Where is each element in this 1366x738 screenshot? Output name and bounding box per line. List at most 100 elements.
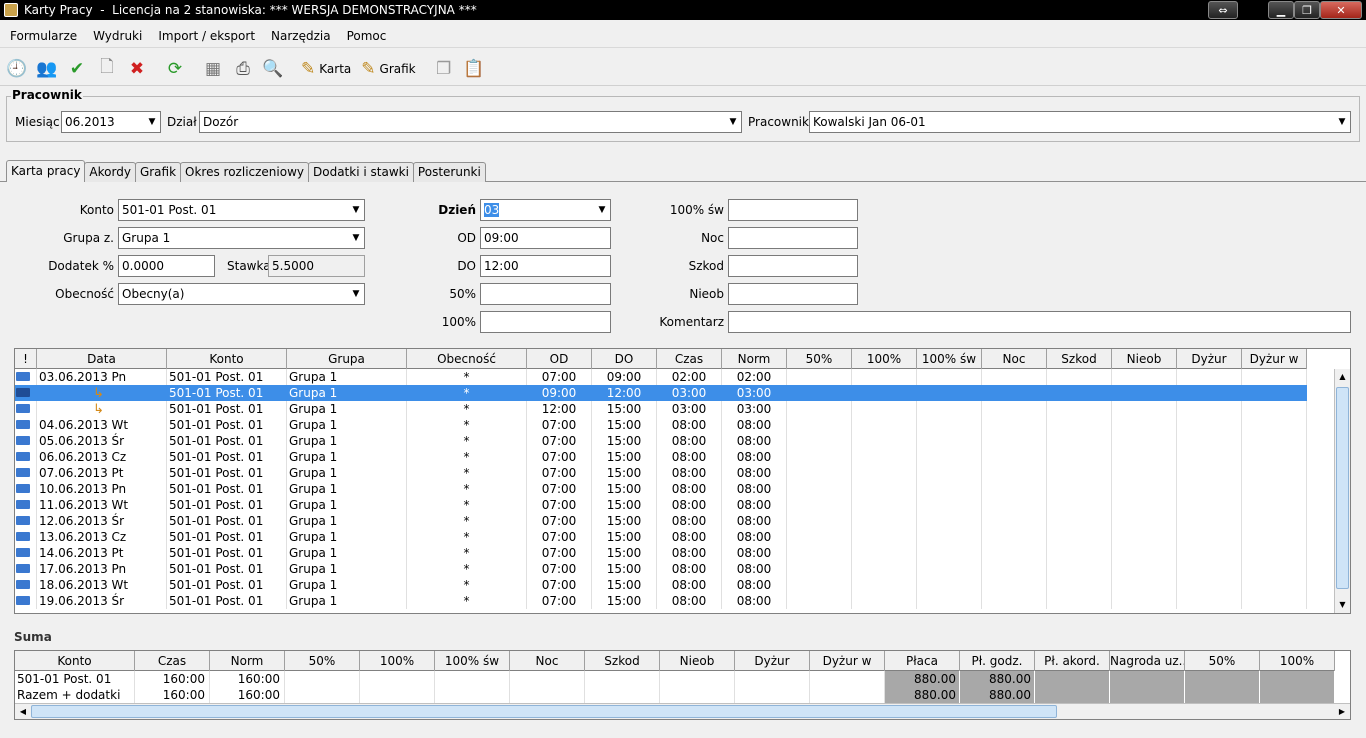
- column-header[interactable]: Obecność: [407, 349, 527, 369]
- menu-narzedzia[interactable]: Narzędzia: [263, 24, 339, 48]
- table-row[interactable]: ↳ 501-01 Post. 01 Grupa 1 * 09:00 12:00 03:00 0…: [15, 385, 1307, 401]
- checkmark-icon[interactable]: ✔: [64, 56, 90, 82]
- grafik-button[interactable]: ✎ Grafik: [358, 56, 418, 82]
- tab-karta-pracy[interactable]: Karta pracy: [6, 160, 86, 182]
- tab-posterunki[interactable]: Posterunki: [412, 162, 486, 182]
- dzial-combo[interactable]: Dozór ▼: [199, 111, 742, 133]
- nieob-input[interactable]: [728, 283, 858, 305]
- column-header[interactable]: Dyżur w: [1242, 349, 1307, 369]
- summary-row[interactable]: 501-01 Post. 01 160:00 160:00 880.00 880.00: [15, 671, 1335, 687]
- tab-okres-rozliczeniowy[interactable]: Okres rozliczeniowy: [180, 162, 309, 182]
- table-row[interactable]: 19.06.2013 Śr 501-01 Post. 01 Grupa 1 * 07:0…: [15, 593, 1307, 609]
- p100sw-input[interactable]: [728, 199, 858, 221]
- karta-button[interactable]: ✎ Karta: [298, 56, 354, 82]
- calculator-icon[interactable]: ▦: [200, 56, 226, 82]
- column-header[interactable]: OD: [527, 349, 592, 369]
- column-header[interactable]: Noc: [982, 349, 1047, 369]
- od-input[interactable]: 09:00: [480, 227, 611, 249]
- chevron-down-icon[interactable]: ▼: [725, 112, 741, 132]
- table-row[interactable]: 17.06.2013 Pn 501-01 Post. 01 Grupa 1 * 07:0…: [15, 561, 1307, 577]
- table-row[interactable]: 13.06.2013 Cz 501-01 Post. 01 Grupa 1 * 07:0…: [15, 529, 1307, 545]
- expand-button[interactable]: ⇔: [1208, 1, 1238, 19]
- column-header[interactable]: 50%: [787, 349, 852, 369]
- column-header[interactable]: Norm: [722, 349, 787, 369]
- tab-dodatki-i-stawki[interactable]: Dodatki i stawki: [308, 162, 414, 182]
- chevron-down-icon[interactable]: ▼: [144, 112, 160, 132]
- summary-column-header[interactable]: 50%: [1185, 651, 1260, 671]
- obecnosc-combo[interactable]: Obecny(a) ▼: [118, 283, 365, 305]
- menu-wydruki[interactable]: Wydruki: [85, 24, 150, 48]
- maximize-button[interactable]: ❐: [1294, 1, 1320, 19]
- column-header[interactable]: Grupa: [287, 349, 407, 369]
- pracownik-combo[interactable]: Kowalski Jan 06-01 ▼: [809, 111, 1351, 133]
- close-button[interactable]: ✕: [1320, 1, 1362, 19]
- users-icon[interactable]: 👥: [34, 56, 60, 82]
- summary-column-header[interactable]: Czas: [135, 651, 210, 671]
- chevron-down-icon[interactable]: ▼: [348, 200, 364, 220]
- grupa-combo[interactable]: Grupa 1 ▼: [118, 227, 365, 249]
- chevron-down-icon[interactable]: ▼: [348, 228, 364, 248]
- chevron-down-icon[interactable]: ▼: [1334, 112, 1350, 132]
- horizontal-scrollbar[interactable]: ◀ ▶: [15, 703, 1350, 719]
- table-row[interactable]: 03.06.2013 Pn 501-01 Post. 01 Grupa 1 * 07:0…: [15, 369, 1307, 385]
- column-header[interactable]: Nieob: [1112, 349, 1177, 369]
- column-header[interactable]: Dyżur: [1177, 349, 1242, 369]
- table-row[interactable]: 05.06.2013 Śr 501-01 Post. 01 Grupa 1 * 07:0…: [15, 433, 1307, 449]
- dzien-combo[interactable]: 03 ▼: [480, 199, 611, 221]
- minimize-button[interactable]: ▁: [1268, 1, 1294, 19]
- menu-formularze[interactable]: Formularze: [0, 24, 85, 48]
- search-icon[interactable]: 🔍: [260, 56, 286, 82]
- column-header[interactable]: Szkod: [1047, 349, 1112, 369]
- table-row[interactable]: 12.06.2013 Śr 501-01 Post. 01 Grupa 1 * 07:0…: [15, 513, 1307, 529]
- chevron-down-icon[interactable]: ▼: [348, 284, 364, 304]
- summary-row[interactable]: Razem + dodatki 160:00 160:00 880.00 880.00: [15, 687, 1335, 703]
- chevron-down-icon[interactable]: ▼: [594, 200, 610, 220]
- column-header[interactable]: !: [15, 349, 37, 369]
- new-document-icon[interactable]: 🗋: [94, 56, 120, 82]
- summary-column-header[interactable]: 100%: [1260, 651, 1335, 671]
- table-row[interactable]: ↳ 501-01 Post. 01 Grupa 1 * 12:00 15:00 03:00 0…: [15, 401, 1307, 417]
- summary-column-header[interactable]: 100% św: [435, 651, 510, 671]
- clock-icon[interactable]: 🕘: [4, 56, 30, 82]
- table-row[interactable]: 18.06.2013 Wt 501-01 Post. 01 Grupa 1 * 07:0…: [15, 577, 1307, 593]
- scroll-thumb[interactable]: [31, 705, 1057, 718]
- p100-input[interactable]: [480, 311, 611, 333]
- scroll-down-icon[interactable]: ▼: [1335, 597, 1350, 613]
- paste-icon[interactable]: 📋: [461, 56, 487, 82]
- dodatek-input[interactable]: 0.0000: [118, 255, 215, 277]
- tab-grafik[interactable]: Grafik: [134, 162, 182, 182]
- szkod-input[interactable]: [728, 255, 858, 277]
- table-row[interactable]: 06.06.2013 Cz 501-01 Post. 01 Grupa 1 * 07:0…: [15, 449, 1307, 465]
- summary-column-header[interactable]: Nagroda uz...: [1110, 651, 1185, 671]
- menu-pomoc[interactable]: Pomoc: [339, 24, 395, 48]
- table-row[interactable]: 07.06.2013 Pt 501-01 Post. 01 Grupa 1 * 07:0…: [15, 465, 1307, 481]
- scroll-right-icon[interactable]: ▶: [1334, 704, 1350, 719]
- p50-input[interactable]: [480, 283, 611, 305]
- summary-column-header[interactable]: Dyżur: [735, 651, 810, 671]
- printer-icon[interactable]: ⎙: [230, 56, 256, 82]
- column-header[interactable]: Konto: [167, 349, 287, 369]
- summary-column-header[interactable]: Konto: [15, 651, 135, 671]
- tab-akordy[interactable]: Akordy: [84, 162, 136, 182]
- summary-column-header[interactable]: Norm: [210, 651, 285, 671]
- summary-column-header[interactable]: Nieob: [660, 651, 735, 671]
- table-row[interactable]: 11.06.2013 Wt 501-01 Post. 01 Grupa 1 * 07:0…: [15, 497, 1307, 513]
- table-row[interactable]: 04.06.2013 Wt 501-01 Post. 01 Grupa 1 * 07:0…: [15, 417, 1307, 433]
- summary-column-header[interactable]: Płaca: [885, 651, 960, 671]
- column-header[interactable]: Czas: [657, 349, 722, 369]
- menu-import-eksport[interactable]: Import / eksport: [150, 24, 263, 48]
- konto-combo[interactable]: 501-01 Post. 01 ▼: [118, 199, 365, 221]
- summary-column-header[interactable]: Pł. godz.: [960, 651, 1035, 671]
- column-header[interactable]: DO: [592, 349, 657, 369]
- summary-column-header[interactable]: 50%: [285, 651, 360, 671]
- komentarz-input[interactable]: [728, 311, 1351, 333]
- refresh-icon[interactable]: ⟳: [162, 56, 188, 82]
- column-header[interactable]: Data: [37, 349, 167, 369]
- summary-column-header[interactable]: Szkod: [585, 651, 660, 671]
- table-row[interactable]: 14.06.2013 Pt 501-01 Post. 01 Grupa 1 * 07:0…: [15, 545, 1307, 561]
- copy-icon[interactable]: ❐: [431, 56, 457, 82]
- table-row[interactable]: 10.06.2013 Pn 501-01 Post. 01 Grupa 1 * 07:0…: [15, 481, 1307, 497]
- summary-column-header[interactable]: Noc: [510, 651, 585, 671]
- delete-icon[interactable]: ✖: [124, 56, 150, 82]
- miesiac-combo[interactable]: 06.2013 ▼: [61, 111, 161, 133]
